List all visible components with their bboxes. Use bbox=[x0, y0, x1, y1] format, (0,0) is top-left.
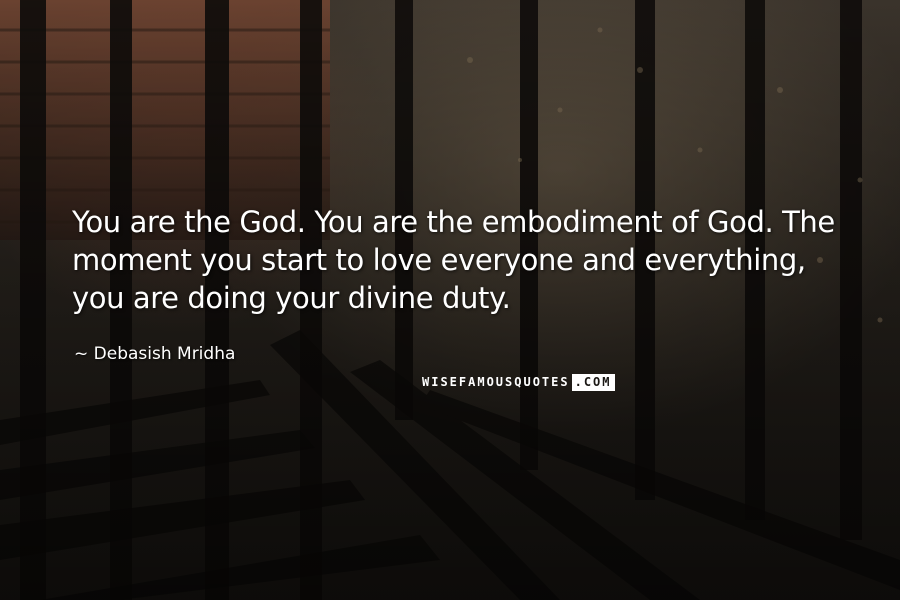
quote-text: You are the God. You are the embodiment … bbox=[72, 205, 835, 315]
watermark-part-b: .COM bbox=[571, 374, 615, 391]
quote-author: ~ Debasish Mridha bbox=[74, 344, 236, 364]
quote-image: You are the God. You are the embodiment … bbox=[0, 0, 900, 600]
site-watermark: WISEFAMOUSQUOTES .COM bbox=[420, 374, 615, 391]
watermark-part-a: WISEFAMOUSQUOTES bbox=[422, 375, 570, 389]
